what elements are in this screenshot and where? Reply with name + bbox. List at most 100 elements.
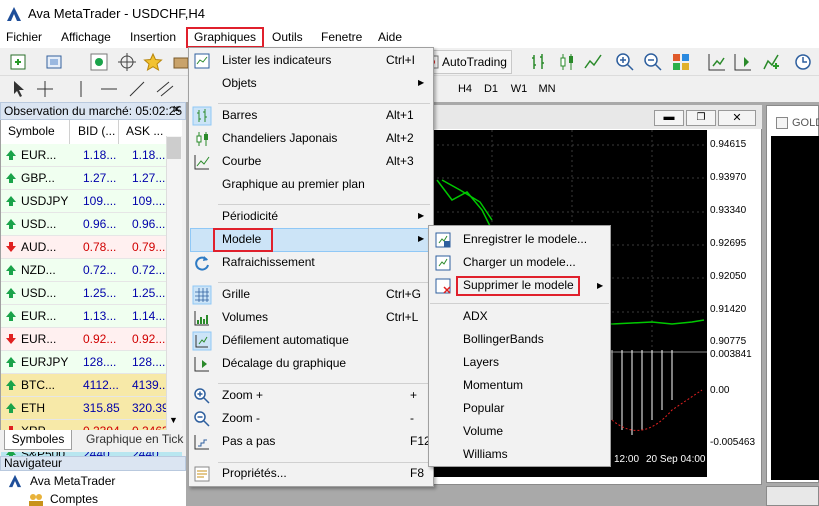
menu-item-rafraichissement[interactable]: Rafraichissement (188, 251, 434, 274)
menu-item-lister-les-indicateurs[interactable]: Lister les indicateurs Ctrl+I (188, 49, 434, 72)
menu-item-pas-a-pas[interactable]: Pas a pas F12 (188, 430, 434, 453)
load-template-icon (435, 255, 451, 271)
submenu-item-momentum[interactable]: Momentum (463, 378, 523, 392)
table-row[interactable]: EUR... 1.13... 1.14... (1, 305, 182, 328)
close-icon[interactable]: ✕ (718, 110, 756, 126)
column-header-bid[interactable]: BID (... (78, 124, 115, 138)
restore-icon[interactable]: ❐ (686, 110, 716, 126)
navigator-accounts[interactable]: Comptes (50, 492, 98, 506)
properties-icon (192, 464, 212, 484)
menu-item-chandeliers-japonais[interactable]: Chandeliers Japonais Alt+2 (188, 127, 434, 150)
tab-symboles[interactable]: Symboles (4, 430, 72, 450)
menu-aide[interactable]: Aide (378, 30, 402, 44)
bar-chart-icon (192, 106, 212, 126)
market-watch-title: Observation du marché: 05:02:25 (4, 104, 183, 118)
chart-window-minimized[interactable] (766, 486, 819, 506)
chart-shift-tool-icon[interactable] (732, 51, 754, 73)
zoom-in-tool-icon[interactable] (614, 51, 636, 73)
channel-icon[interactable] (154, 78, 176, 100)
crosshair-icon[interactable] (34, 78, 56, 100)
minimize-icon[interactable]: ▬ (654, 110, 684, 126)
table-row[interactable]: USDJPY 109.... 109.... (1, 190, 182, 213)
new-order-icon[interactable] (8, 51, 30, 73)
periodicity-tool-icon[interactable] (792, 51, 814, 73)
menu-insertion[interactable]: Insertion (130, 30, 176, 44)
table-row[interactable]: GBP... 1.27... 1.27... (1, 167, 182, 190)
menu-item-barres[interactable]: Barres Alt+1 (188, 104, 434, 127)
candlestick-tool-icon[interactable] (556, 51, 578, 73)
horizontal-line-icon[interactable] (98, 78, 120, 100)
column-header-ask[interactable]: ASK ... (126, 124, 163, 138)
zoom-out-tool-icon[interactable] (642, 51, 664, 73)
crosshair-move-icon[interactable] (116, 51, 138, 73)
menu-item-label: Propriétés... (222, 466, 287, 480)
menu-fichier[interactable]: Fichier (6, 30, 42, 44)
submenu-item-adx[interactable]: ADX (463, 309, 488, 323)
menu-item-graphique-au-premier-plan[interactable]: Graphique au premier plan (188, 173, 434, 196)
menu-item-courbe[interactable]: Courbe Alt+3 (188, 150, 434, 173)
menu-item-zoom[interactable]: Zoom + + (188, 384, 434, 407)
column-header-symbol[interactable]: Symbole (8, 124, 55, 138)
submenu-item-williams[interactable]: Williams (463, 447, 508, 461)
menu-item-proprietes[interactable]: Propriétés... F8 (188, 462, 434, 485)
timeframe-h4[interactable]: H4 (452, 80, 478, 98)
table-row[interactable]: USD... 0.96... 0.96... (1, 213, 182, 236)
menu-item-grille[interactable]: Grille Ctrl+G (188, 283, 434, 306)
submenu-item-volume[interactable]: Volume (463, 424, 503, 438)
menu-item-objets[interactable]: Objets ▶ (188, 72, 434, 95)
gold-window-title[interactable]: GOLD (792, 117, 819, 129)
market-watch-icon[interactable] (88, 51, 110, 73)
menu-item-label: Chandeliers Japonais (222, 131, 338, 145)
menu-item-label: Défilement automatique (222, 333, 349, 347)
scrollbar-thumb[interactable] (167, 137, 181, 159)
favorites-icon[interactable] (142, 51, 164, 73)
menu-item-volumes[interactable]: Volumes Ctrl+L (188, 306, 434, 329)
menu-separator (430, 303, 609, 304)
timeframe-d1[interactable]: D1 (478, 80, 504, 98)
table-row[interactable]: EURJPY 128.... 128.... (1, 351, 182, 374)
market-watch-scrollbar[interactable] (166, 136, 182, 430)
autoscroll-tool-icon[interactable] (706, 51, 728, 73)
table-row[interactable]: AUD... 0.78... 0.79... (1, 236, 182, 259)
table-row[interactable]: BTC... 4112... 4139... (1, 374, 182, 397)
tile-windows-icon[interactable] (670, 51, 692, 73)
bar-chart-tool-icon[interactable] (528, 51, 550, 73)
menu-item-label: Volumes (222, 310, 269, 324)
navigator-root[interactable]: Ava MetaTrader (30, 474, 115, 488)
menu-outils[interactable]: Outils (272, 30, 303, 44)
submenu-item-layers[interactable]: Layers (463, 355, 499, 369)
market-watch-close-icon[interactable]: ✕ (172, 103, 181, 116)
timeframe-mn[interactable]: MN (534, 80, 560, 98)
menu-item-periodicite[interactable]: Périodicité ▶ (188, 205, 434, 228)
vertical-line-icon[interactable] (70, 78, 92, 100)
tab-graphique-tick[interactable]: Graphique en Tick (86, 432, 183, 446)
trend-line-icon[interactable] (126, 78, 148, 100)
menu-item-shortcut: Ctrl+I (386, 53, 416, 67)
table-row[interactable]: EUR... 0.92... 0.92... (1, 328, 182, 351)
arrow-up-icon (5, 149, 17, 161)
price-label: 0.90775 (710, 336, 747, 347)
bid-cell: 1.25... (83, 286, 117, 300)
submenu-item-popular[interactable]: Popular (463, 401, 504, 415)
menu-item-defilement-automatique[interactable]: Défilement automatique (188, 329, 434, 352)
menu-item-zoom[interactable]: Zoom - - (188, 407, 434, 430)
cursor-icon[interactable] (8, 78, 30, 100)
indicators-tool-icon[interactable] (760, 51, 782, 73)
table-row[interactable]: EUR... 1.18... 1.18... (1, 144, 182, 167)
menu-item-decalage-du-graphique[interactable]: Décalage du graphique (188, 352, 434, 375)
table-row[interactable]: ETH 315.85 320.39 (1, 397, 182, 420)
menu-item-label: Grille (222, 287, 251, 301)
scroll-down-icon[interactable]: ▼ (169, 415, 178, 425)
submenu-item-enregistrer-le-modele[interactable]: Enregistrer le modele... (463, 232, 587, 246)
line-chart-tool-icon[interactable] (582, 51, 604, 73)
table-row[interactable]: NZD... 0.72... 0.72... (1, 259, 182, 282)
submenu-item-charger-un-modele[interactable]: Charger un modele... (463, 255, 576, 269)
timeframe-w1[interactable]: W1 (506, 80, 532, 98)
table-row[interactable]: USD... 1.25... 1.25... (1, 282, 182, 305)
ask-cell: 1.14... (132, 309, 166, 323)
submenu-item-bollingerbands[interactable]: BollingerBands (463, 332, 544, 346)
menu-affichage[interactable]: Affichage (61, 30, 111, 44)
menu-fenetre[interactable]: Fenetre (321, 30, 362, 44)
gold-chart[interactable] (771, 136, 819, 480)
profiles-icon[interactable] (44, 51, 66, 73)
